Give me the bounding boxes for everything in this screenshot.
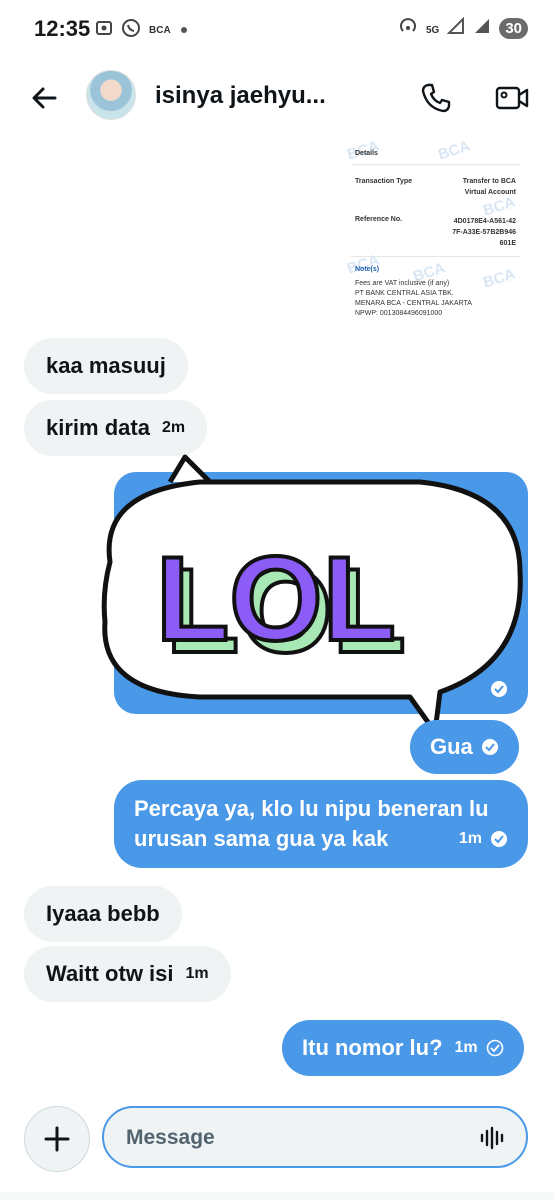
- receipt-watermark: BCA: [481, 265, 518, 292]
- message-text: Gua: [430, 734, 473, 759]
- message-bubble-incoming[interactable]: Waitt otw isi 1m: [24, 946, 231, 1002]
- message-composer[interactable]: [102, 1106, 528, 1168]
- receipt-divider: [351, 256, 520, 257]
- message-text: Iyaaa bebb: [46, 901, 160, 926]
- message-time: 1m: [458, 830, 482, 847]
- receipt-transaction-type-value: Transfer to BCA: [462, 178, 516, 185]
- message-bubble-incoming[interactable]: kaa masuuj: [24, 338, 188, 394]
- status-icons-left: BCA: [95, 18, 189, 43]
- dot-icon: [179, 22, 189, 40]
- hotspot-icon: [398, 16, 418, 41]
- receipt-reference-label: Reference No.: [355, 216, 403, 223]
- waveform-icon: [480, 1126, 504, 1150]
- message-bubble-incoming[interactable]: kirim data 2m: [24, 400, 208, 456]
- add-attachment-button[interactable]: [24, 1106, 90, 1172]
- signal-icon: [446, 16, 465, 40]
- voice-call-button[interactable]: [414, 76, 458, 120]
- receipt-image[interactable]: BCA BCA BCA BCA BCA BCA Details Transact…: [343, 138, 528, 320]
- video-camera-icon: [495, 86, 529, 110]
- signal-icon-2: [473, 17, 491, 40]
- message-text-line: Percaya ya, klo lu nipu beneran lu: [134, 796, 489, 821]
- receipt-transaction-type-label: Transaction Type: [355, 178, 413, 185]
- message-text: kirim data: [46, 415, 150, 440]
- sent-check-icon: [490, 830, 508, 848]
- bottom-edge: [0, 1192, 554, 1200]
- receipt-note-label: Note(s): [355, 266, 380, 273]
- contact-name[interactable]: isinya jaehyu...: [155, 82, 326, 110]
- receipt-note-line: MENARA BCA - CENTRAL JAKARTA: [355, 300, 472, 307]
- message-bubble-outgoing[interactable]: Itu nomor lu? 1m: [282, 1020, 524, 1076]
- video-call-button[interactable]: [490, 76, 534, 120]
- plus-icon: [44, 1126, 70, 1152]
- message-time: 2m: [161, 419, 186, 436]
- message-text: kaa masuuj: [46, 353, 166, 378]
- network-icon: 5G: [426, 20, 439, 38]
- receipt-reference-value: 4D0178E4-A561-42: [453, 218, 516, 225]
- back-button[interactable]: [24, 78, 64, 118]
- receipt-details-label: Details: [355, 150, 378, 157]
- voice-message-button[interactable]: [478, 1124, 506, 1152]
- screenshot-icon: [95, 19, 113, 42]
- receipt-watermark: BCA: [436, 138, 473, 164]
- message-bubble-outgoing[interactable]: Gua: [410, 720, 519, 774]
- chat-header: isinya jaehyu...: [0, 62, 554, 132]
- message-time: 1m: [185, 965, 209, 982]
- receipt-reference-value: 601E: [499, 240, 516, 247]
- message-time: 1m: [454, 1039, 478, 1056]
- message-bubble-outgoing[interactable]: Percaya ya, klo lu nipu beneran lu urusa…: [114, 780, 528, 868]
- receipt-note-line: NPWP: 0013084496091000: [355, 310, 443, 317]
- sticker-text: LOL: [156, 532, 396, 666]
- phone-icon: [421, 83, 451, 113]
- network-label: 5G: [425, 24, 440, 36]
- lol-sticker[interactable]: LOL LOL: [90, 452, 530, 752]
- status-icons-right: 5G 30: [398, 16, 528, 41]
- sent-check-outline-icon: [486, 1039, 504, 1057]
- lol-letters: LOL LOL: [154, 530, 408, 680]
- status-time: 12:35: [34, 16, 91, 41]
- status-bar: 12:35 BCA 5G 30: [0, 0, 554, 58]
- bca-icon: BCA: [149, 25, 171, 36]
- whatsapp-icon: [121, 18, 141, 43]
- receipt-reference-value: 7F-A33E-57B2B946: [452, 229, 516, 236]
- receipt-watermark: BCA: [481, 193, 518, 220]
- receipt-transaction-type-value: Virtual Account: [464, 189, 516, 196]
- receipt-divider: [351, 164, 520, 165]
- receipt-note-line: PT BANK CENTRAL ASIA TBK.: [355, 290, 454, 297]
- message-text-line: urusan sama gua ya kak: [134, 826, 389, 851]
- sent-check-icon: [481, 738, 499, 756]
- avatar[interactable]: [86, 70, 136, 120]
- message-bubble-incoming[interactable]: Iyaaa bebb: [24, 886, 182, 942]
- arrow-left-icon: [32, 87, 57, 109]
- message-text: Waitt otw isi: [46, 961, 174, 986]
- message-input[interactable]: [126, 1122, 456, 1154]
- receipt-note-line: Fees are VAT inclusive (if any): [355, 280, 450, 287]
- battery-indicator: 30: [499, 18, 528, 39]
- message-text: Itu nomor lu?: [302, 1035, 443, 1060]
